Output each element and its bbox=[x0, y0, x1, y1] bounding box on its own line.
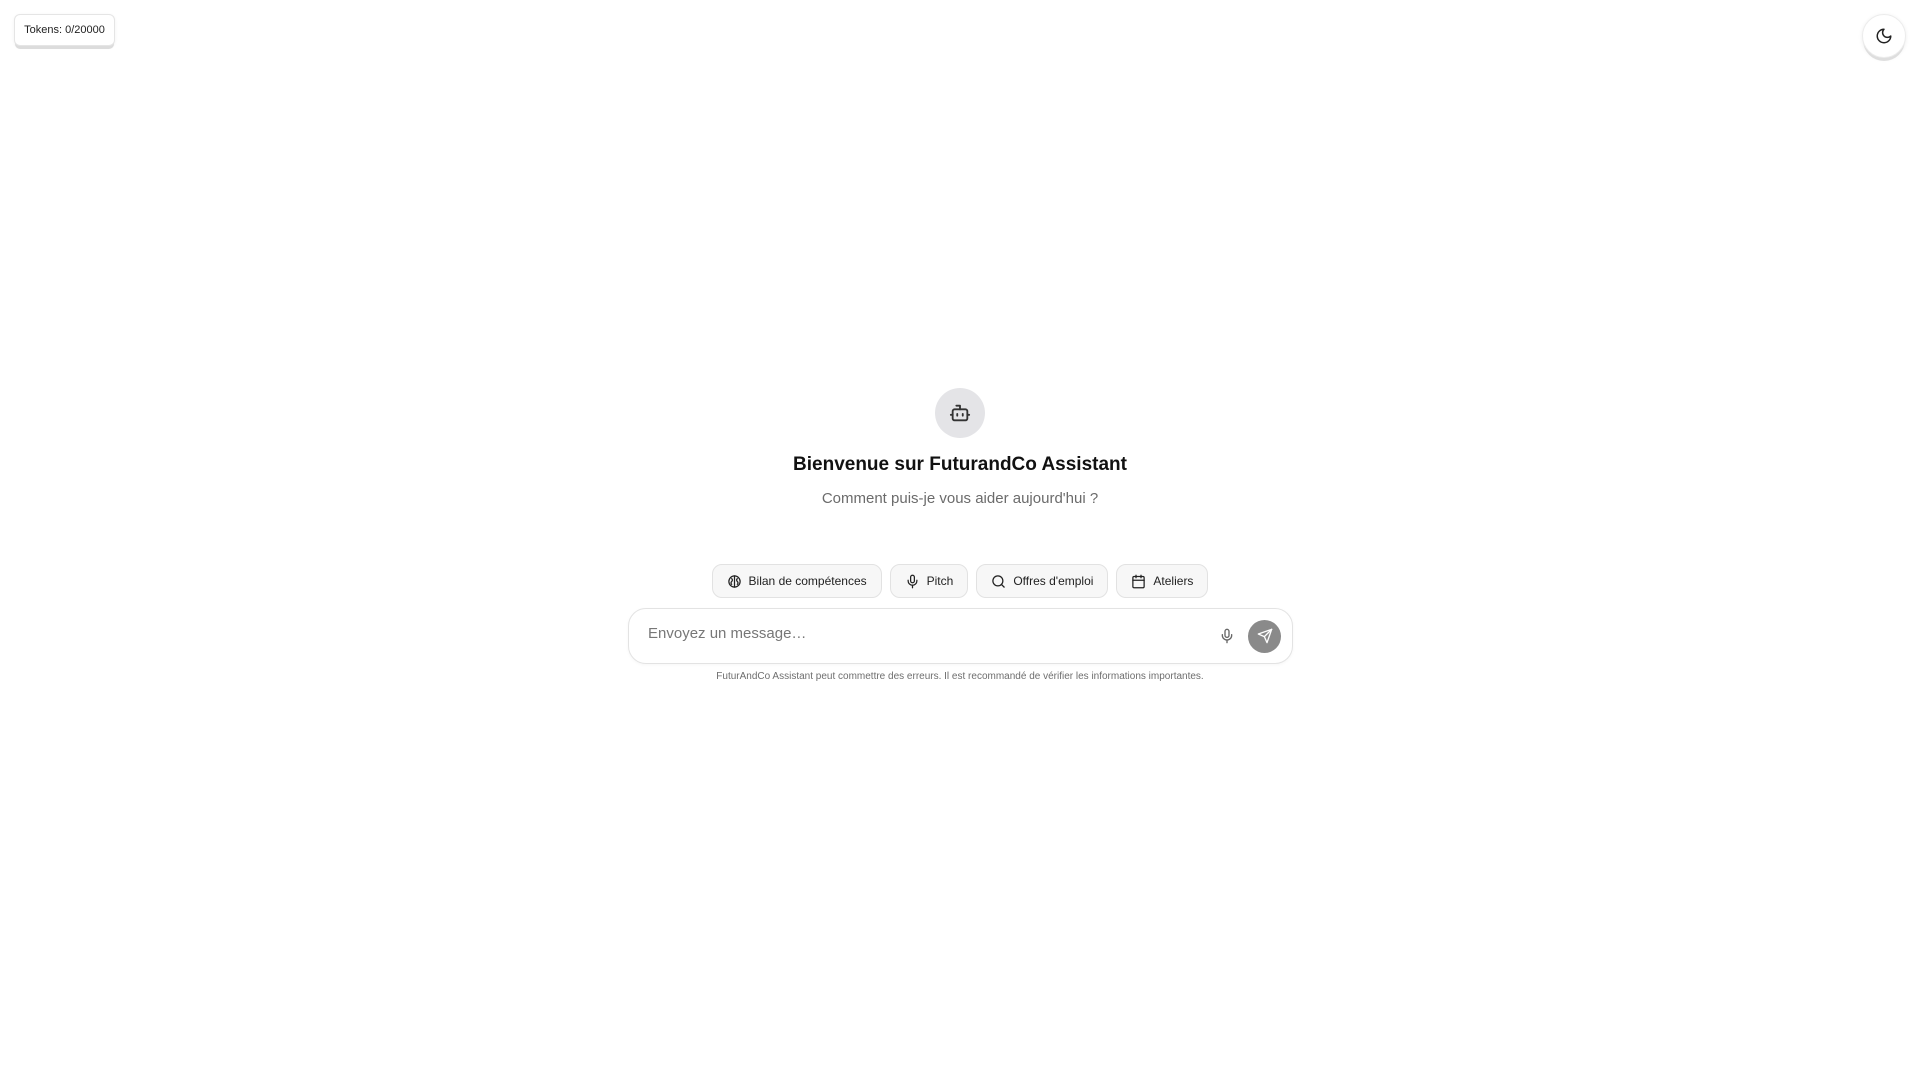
welcome-title: Bienvenue sur FuturandCo Assistant bbox=[793, 454, 1127, 475]
quick-action-label: Bilan de compétences bbox=[748, 574, 867, 588]
disclaimer: FuturAndCo Assistant peut commettre des … bbox=[716, 671, 1204, 682]
quick-action-offres-button[interactable]: Offres d'emploi bbox=[976, 564, 1109, 598]
moon-icon bbox=[1876, 28, 1892, 44]
bot-avatar bbox=[935, 388, 985, 438]
token-counter-label: Tokens: 0/20000 bbox=[24, 24, 105, 36]
quick-action-label: Pitch bbox=[926, 574, 954, 588]
quick-action-ateliers-button[interactable]: Ateliers bbox=[1116, 564, 1209, 598]
message-input[interactable] bbox=[646, 624, 1212, 643]
bot-icon bbox=[949, 404, 971, 422]
token-counter: Tokens: 0/20000 bbox=[14, 14, 115, 46]
voice-input-button[interactable] bbox=[1212, 621, 1242, 651]
quick-action-bilan-button[interactable]: Bilan de compétences bbox=[711, 564, 882, 598]
brain-icon bbox=[727, 574, 741, 588]
send-button[interactable] bbox=[1248, 619, 1281, 653]
microphone-icon bbox=[907, 574, 918, 588]
quick-action-label: Offres d'emploi bbox=[1013, 574, 1094, 588]
microphone-icon bbox=[1221, 628, 1233, 644]
calendar-icon bbox=[1132, 574, 1146, 588]
quick-action-label: Ateliers bbox=[1153, 574, 1194, 588]
search-icon bbox=[992, 574, 1006, 588]
welcome-subtitle: Comment puis-je vous aider aujourd'hui ? bbox=[821, 490, 1099, 507]
quick-actions: Bilan de compétences Pitch Offres d'empl… bbox=[0, 564, 1920, 598]
send-icon bbox=[1257, 628, 1272, 644]
message-composer bbox=[628, 608, 1293, 664]
theme-toggle-button[interactable] bbox=[1862, 14, 1906, 58]
welcome-section: Bienvenue sur FuturandCo Assistant Comme… bbox=[0, 388, 1920, 507]
quick-action-pitch-button[interactable]: Pitch bbox=[889, 564, 969, 598]
